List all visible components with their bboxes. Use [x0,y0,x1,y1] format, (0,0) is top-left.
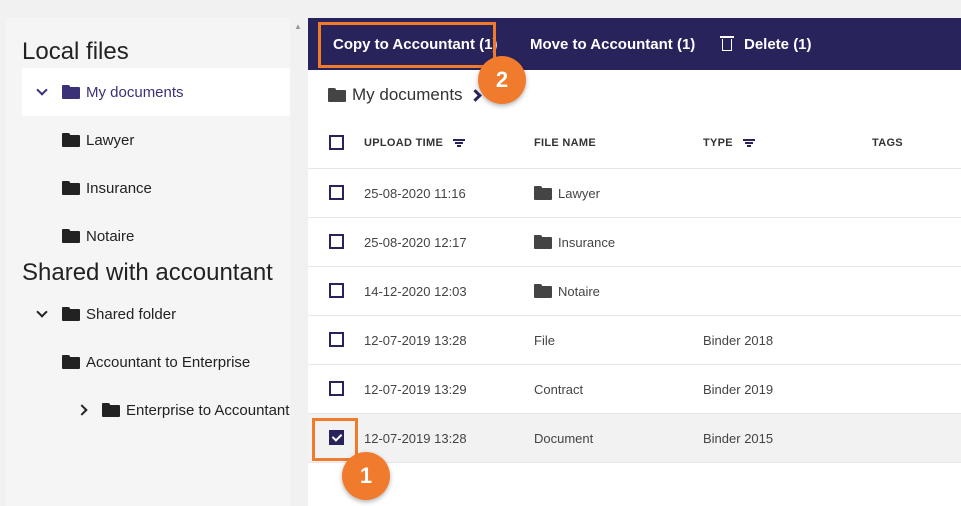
filter-icon[interactable] [453,139,466,147]
sidebar-item-label: Lawyer [86,131,135,149]
select-all-checkbox[interactable] [329,135,344,150]
table-row[interactable]: 14-12-2020 12:03 Notaire [308,267,961,316]
sidebar-item-accountant-to-enterprise[interactable]: Accountant to Enterprise [62,338,250,386]
folder-icon [534,284,552,298]
file-name-cell[interactable]: Lawyer [534,169,600,217]
row-checkbox[interactable] [329,283,344,298]
type-cell: Binder 2018 [703,332,774,348]
file-name-cell[interactable]: Notaire [534,267,600,315]
step-1-badge: 1 [342,452,390,500]
row-checkbox[interactable] [329,381,344,396]
upload-time-cell: 12-07-2019 13:29 [364,381,467,397]
filter-icon[interactable] [742,139,755,147]
folder-icon [62,133,80,147]
folder-icon [62,85,80,99]
type-header[interactable]: TYPE [703,118,755,168]
sidebar-item-shared-folder[interactable]: Shared folder [22,290,176,338]
trash-icon [720,36,734,52]
sidebar-item-label: Insurance [86,179,152,197]
table-header-row: UPLOAD TIME FILE NAME TYPE TAGS [308,118,961,169]
file-name-text: Lawyer [558,185,600,201]
main-panel: Copy to Accountant (1) Move to Accountan… [308,18,961,506]
move-to-accountant-button[interactable]: Move to Accountant (1) [530,18,695,70]
chevron-right-icon[interactable] [76,404,88,416]
folder-icon [534,235,552,249]
table-row[interactable]: 12-07-2019 13:29 Contract Binder 2019 [308,365,961,414]
upload-time-cell: 12-07-2019 13:28 [364,332,467,348]
file-name-cell[interactable]: File [534,316,555,364]
sidebar-item-insurance[interactable]: Insurance [62,164,152,212]
row-checkbox[interactable] [329,332,344,347]
upload-time-header-label: UPLOAD TIME [364,137,444,149]
upload-time-cell: 25-08-2020 12:17 [364,234,467,250]
upload-time-header[interactable]: UPLOAD TIME [364,118,466,168]
upload-time-cell: 25-08-2020 11:16 [364,185,466,201]
sidebar-item-label: Shared folder [86,305,177,323]
row-checkbox[interactable] [329,185,344,200]
tags-header: TAGS [872,118,903,168]
table-row[interactable]: 25-08-2020 11:16 Lawyer [308,169,961,218]
folder-icon [62,355,80,369]
local-files-title: Local files [22,38,129,65]
type-header-label: TYPE [703,137,733,149]
file-name-text: Insurance [558,234,616,250]
file-name-text: Notaire [558,283,600,299]
breadcrumb-current[interactable]: My documents [352,85,463,105]
sidebar-item-notaire[interactable]: Notaire [62,212,134,260]
folder-icon [62,181,80,195]
sidebar-item-label: My documents [86,83,184,101]
table-row[interactable]: 12-07-2019 13:28 Document Binder 2015 [308,414,961,463]
sidebar-item-label: Accountant to Enterprise [86,353,251,371]
folder-icon [534,186,552,200]
chevron-down-icon[interactable] [36,306,48,318]
delete-label: Delete (1) [744,35,812,53]
chevron-down-icon[interactable] [36,84,48,96]
move-to-accountant-label: Move to Accountant (1) [530,35,696,53]
folder-icon [102,403,120,417]
sidebar-item-my-documents[interactable]: My documents [22,68,290,116]
delete-button[interactable]: Delete (1) [720,18,812,70]
step-2-badge: 2 [478,56,526,104]
sidebar-item-enterprise-to-accountant[interactable]: Enterprise to Accountant [62,386,289,434]
type-cell: Binder 2015 [703,430,774,446]
folder-icon [328,88,346,102]
sidebar-item-lawyer[interactable]: Lawyer [62,116,134,164]
upload-time-cell: 14-12-2020 12:03 [364,283,467,299]
file-name-cell[interactable]: Document [534,414,593,462]
checkbox-highlight [312,418,358,461]
folder-icon [62,307,80,321]
shared-with-accountant-title: Shared with accountant [22,259,273,286]
tags-header-label: TAGS [872,137,903,149]
file-name-cell[interactable]: Insurance [534,218,615,266]
type-cell: Binder 2019 [703,381,774,397]
file-name-cell[interactable]: Contract [534,365,583,413]
upload-time-cell: 12-07-2019 13:28 [364,430,467,446]
folder-icon [62,229,80,243]
copy-button-highlight [318,22,496,68]
sidebar-item-label: Notaire [86,227,135,245]
sidebar-item-label: Enterprise to Accountant [126,401,290,419]
table-row[interactable]: 12-07-2019 13:28 File Binder 2018 [308,316,961,365]
scroll-up-arrow[interactable]: ▲ [293,22,303,32]
row-checkbox[interactable] [329,234,344,249]
sidebar: Local files My documents Lawyer Insuranc… [6,18,290,506]
file-name-header: FILE NAME [534,118,596,168]
app-window: Local files My documents Lawyer Insuranc… [0,0,961,506]
table-row[interactable]: 25-08-2020 12:17 Insurance [308,218,961,267]
file-name-header-label: FILE NAME [534,137,596,149]
breadcrumb: My documents [328,82,482,108]
